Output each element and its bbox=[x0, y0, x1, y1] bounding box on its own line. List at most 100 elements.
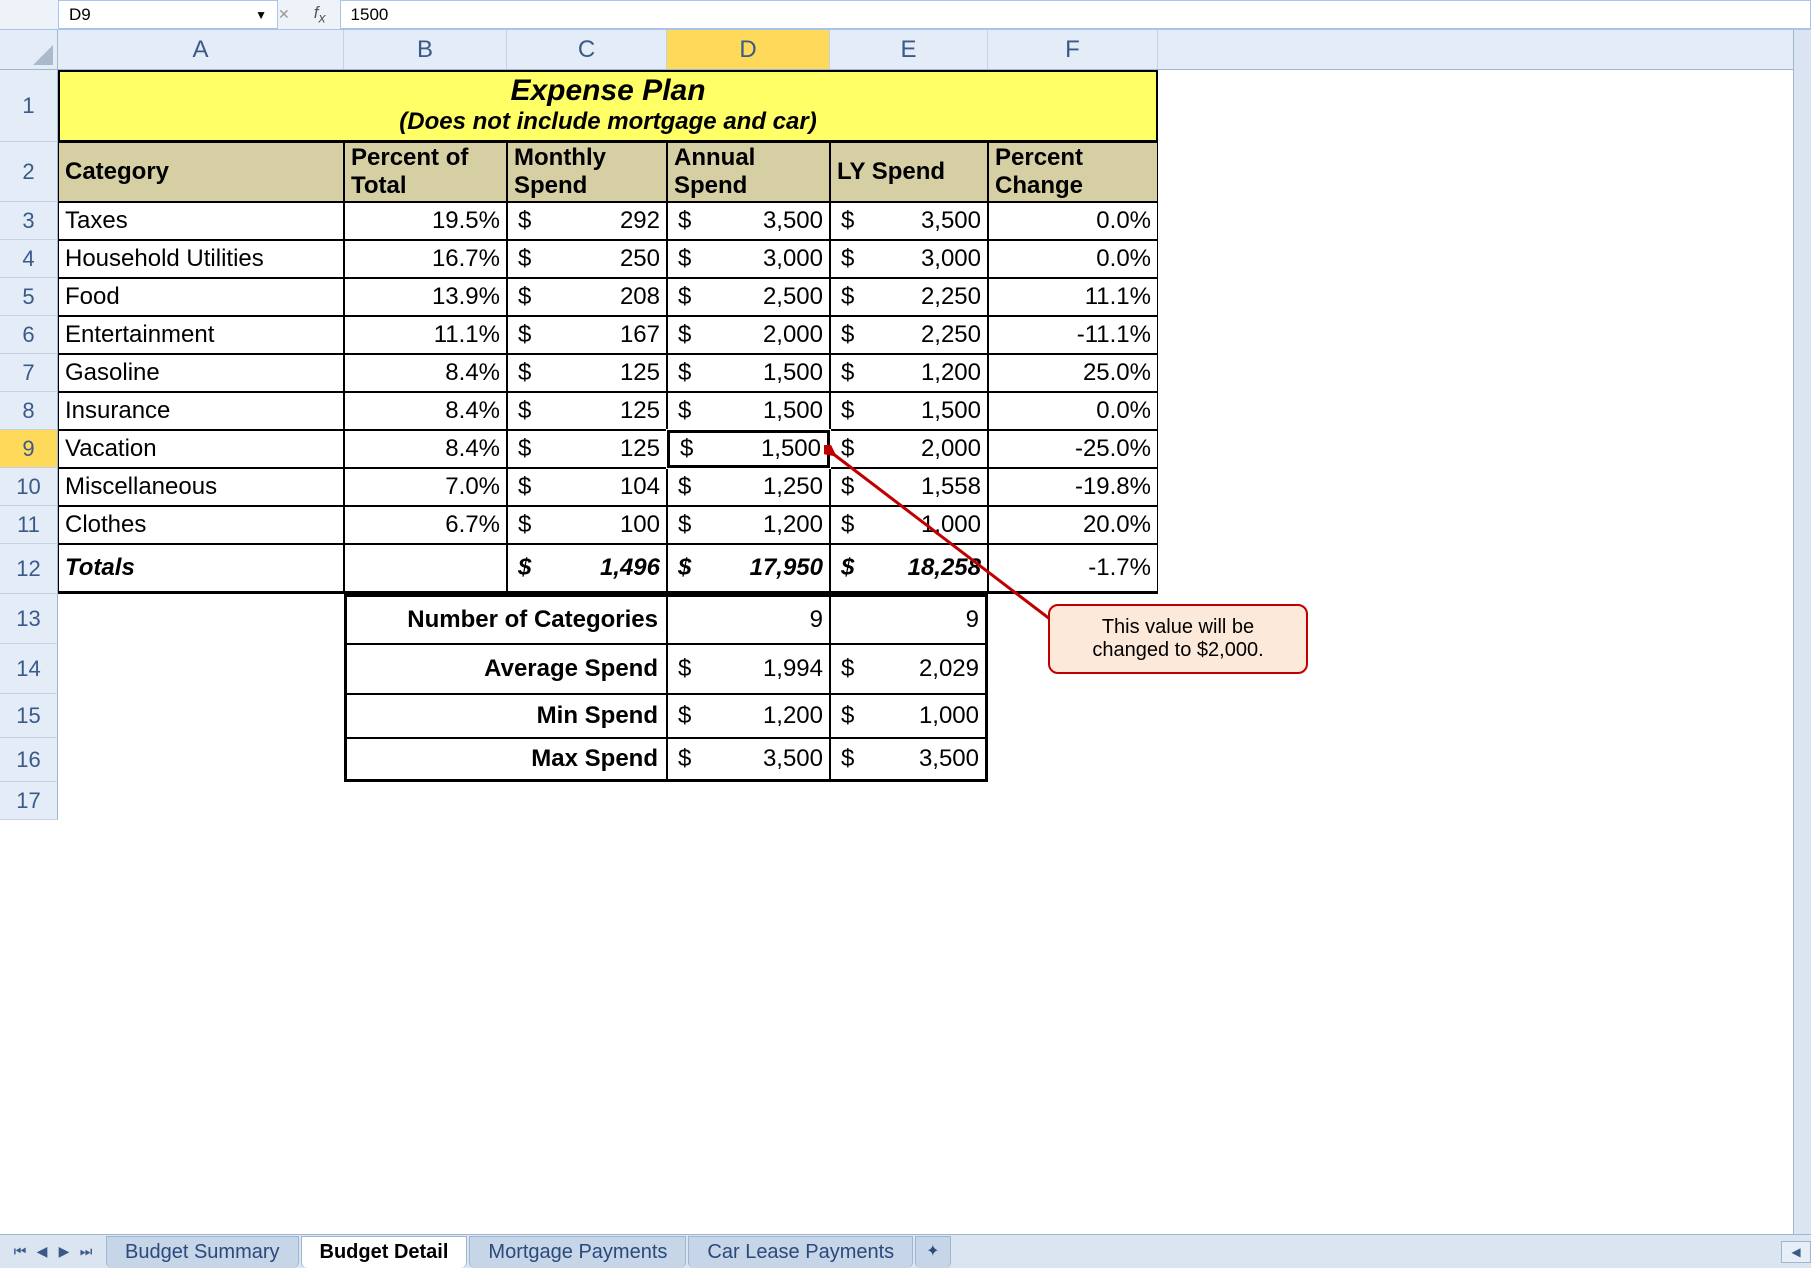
totals-b[interactable] bbox=[344, 544, 507, 594]
tab-nav-next-icon[interactable]: ▶ bbox=[54, 1241, 74, 1263]
column-header-D[interactable]: D bbox=[667, 30, 830, 69]
row-header-15[interactable]: 15 bbox=[0, 694, 58, 738]
cell-category[interactable]: Food bbox=[58, 278, 344, 316]
cell-D[interactable]: $2,500 bbox=[667, 278, 830, 316]
totals-e[interactable]: $18,258 bbox=[830, 544, 988, 594]
cell-D[interactable]: $1,250 bbox=[667, 468, 830, 506]
fx-icon[interactable]: fx bbox=[314, 3, 326, 26]
cell-percent[interactable]: 6.7% bbox=[344, 506, 507, 544]
cell-E[interactable]: $2,250 bbox=[830, 316, 988, 354]
cell-change[interactable]: -25.0% bbox=[988, 430, 1158, 468]
cell-change[interactable]: -19.8% bbox=[988, 468, 1158, 506]
cell-E[interactable]: $3,500 bbox=[830, 202, 988, 240]
totals-c[interactable]: $1,496 bbox=[507, 544, 667, 594]
sheet-tab[interactable]: Car Lease Payments bbox=[688, 1236, 913, 1268]
row-header-5[interactable]: 5 bbox=[0, 278, 58, 316]
cell-E[interactable]: $2,250 bbox=[830, 278, 988, 316]
row-header-14[interactable]: 14 bbox=[0, 644, 58, 694]
cell-D[interactable]: $3,500 bbox=[667, 202, 830, 240]
cell-C[interactable]: $125 bbox=[507, 354, 667, 392]
cell-percent[interactable]: 8.4% bbox=[344, 354, 507, 392]
row-header-17[interactable]: 17 bbox=[0, 782, 58, 820]
cell-D[interactable]: $3,000 bbox=[667, 240, 830, 278]
tab-nav-prev-icon[interactable]: ◀ bbox=[32, 1241, 52, 1263]
cell-D[interactable]: $1,500 bbox=[667, 392, 830, 430]
column-header-F[interactable]: F bbox=[988, 30, 1158, 69]
tab-nav-last-icon[interactable]: ⏭ bbox=[76, 1241, 96, 1263]
cell-D[interactable]: $1,500 bbox=[667, 354, 830, 392]
cell-change[interactable]: 0.0% bbox=[988, 240, 1158, 278]
cell-category[interactable]: Clothes bbox=[58, 506, 344, 544]
totals-d[interactable]: $17,950 bbox=[667, 544, 830, 594]
cell-C[interactable]: $125 bbox=[507, 392, 667, 430]
sheet-tab[interactable]: Budget Detail bbox=[301, 1236, 468, 1268]
cell-percent[interactable]: 11.1% bbox=[344, 316, 507, 354]
cell-C[interactable]: $208 bbox=[507, 278, 667, 316]
stats-e-15[interactable]: $1,000 bbox=[830, 694, 988, 738]
row-header-2[interactable]: 2 bbox=[0, 142, 58, 202]
cell-category[interactable]: Gasoline bbox=[58, 354, 344, 392]
row-header-16[interactable]: 16 bbox=[0, 738, 58, 782]
cell-change[interactable]: 20.0% bbox=[988, 506, 1158, 544]
name-box-dropdown-icon[interactable]: ▼ bbox=[255, 8, 267, 22]
cell-change[interactable]: 11.1% bbox=[988, 278, 1158, 316]
cell-category[interactable]: Entertainment bbox=[58, 316, 344, 354]
cell-percent[interactable]: 8.4% bbox=[344, 392, 507, 430]
cell-C[interactable]: $125 bbox=[507, 430, 667, 468]
row-header-3[interactable]: 3 bbox=[0, 202, 58, 240]
cell-percent[interactable]: 7.0% bbox=[344, 468, 507, 506]
column-header-B[interactable]: B bbox=[344, 30, 507, 69]
cell-change[interactable]: 25.0% bbox=[988, 354, 1158, 392]
column-header-A[interactable]: A bbox=[58, 30, 344, 69]
totals-label[interactable]: Totals bbox=[58, 544, 344, 594]
row-header-9[interactable]: 9 bbox=[0, 430, 58, 468]
stats-e-14[interactable]: $2,029 bbox=[830, 644, 988, 694]
row-header-6[interactable]: 6 bbox=[0, 316, 58, 354]
cell-E[interactable]: $1,500 bbox=[830, 392, 988, 430]
cell-change[interactable]: 0.0% bbox=[988, 202, 1158, 240]
row-header-11[interactable]: 11 bbox=[0, 506, 58, 544]
stats-e-16[interactable]: $3,500 bbox=[830, 738, 988, 782]
cell-percent[interactable]: 8.4% bbox=[344, 430, 507, 468]
cell-D[interactable]: $2,000 bbox=[667, 316, 830, 354]
cell-change[interactable]: 0.0% bbox=[988, 392, 1158, 430]
formula-input[interactable]: 1500 bbox=[340, 0, 1811, 29]
row-header-7[interactable]: 7 bbox=[0, 354, 58, 392]
cell-category[interactable]: Insurance bbox=[58, 392, 344, 430]
cell-percent[interactable]: 16.7% bbox=[344, 240, 507, 278]
cell-C[interactable]: $292 bbox=[507, 202, 667, 240]
cell-E[interactable]: $1,558 bbox=[830, 468, 988, 506]
column-header-C[interactable]: C bbox=[507, 30, 667, 69]
select-all-corner[interactable] bbox=[0, 30, 58, 69]
new-sheet-tab-icon[interactable]: ✦ bbox=[915, 1236, 950, 1268]
cell-E[interactable]: $3,000 bbox=[830, 240, 988, 278]
cell-change[interactable]: -11.1% bbox=[988, 316, 1158, 354]
stats-label-14[interactable]: Average Spend bbox=[344, 644, 667, 694]
stats-label-13[interactable]: Number of Categories bbox=[344, 594, 667, 644]
stats-d-14[interactable]: $1,994 bbox=[667, 644, 830, 694]
vertical-scrollbar[interactable] bbox=[1793, 30, 1811, 1234]
cell-percent[interactable]: 19.5% bbox=[344, 202, 507, 240]
stats-e-13[interactable]: 9 bbox=[830, 594, 988, 644]
cell-C[interactable]: $104 bbox=[507, 468, 667, 506]
row-header-8[interactable]: 8 bbox=[0, 392, 58, 430]
totals-f[interactable]: -1.7% bbox=[988, 544, 1158, 594]
cell-D[interactable]: $1,500 bbox=[667, 430, 830, 468]
cell-D[interactable]: $1,200 bbox=[667, 506, 830, 544]
stats-d-16[interactable]: $3,500 bbox=[667, 738, 830, 782]
cell-category[interactable]: Miscellaneous bbox=[58, 468, 344, 506]
cell-percent[interactable]: 13.9% bbox=[344, 278, 507, 316]
cell-E[interactable]: $1,000 bbox=[830, 506, 988, 544]
stats-label-15[interactable]: Min Spend bbox=[344, 694, 667, 738]
stats-d-13[interactable]: 9 bbox=[667, 594, 830, 644]
row-header-12[interactable]: 12 bbox=[0, 544, 58, 594]
stats-label-16[interactable]: Max Spend bbox=[344, 738, 667, 782]
stats-d-15[interactable]: $1,200 bbox=[667, 694, 830, 738]
sheet-tab[interactable]: Mortgage Payments bbox=[469, 1236, 686, 1268]
row-header-13[interactable]: 13 bbox=[0, 594, 58, 644]
cell-category[interactable]: Vacation bbox=[58, 430, 344, 468]
cell-category[interactable]: Household Utilities bbox=[58, 240, 344, 278]
horizontal-scroll-left-icon[interactable]: ◀ bbox=[1781, 1241, 1811, 1263]
tab-nav-first-icon[interactable]: ⏮ bbox=[10, 1241, 30, 1263]
row-header-1[interactable]: 1 bbox=[0, 70, 58, 142]
